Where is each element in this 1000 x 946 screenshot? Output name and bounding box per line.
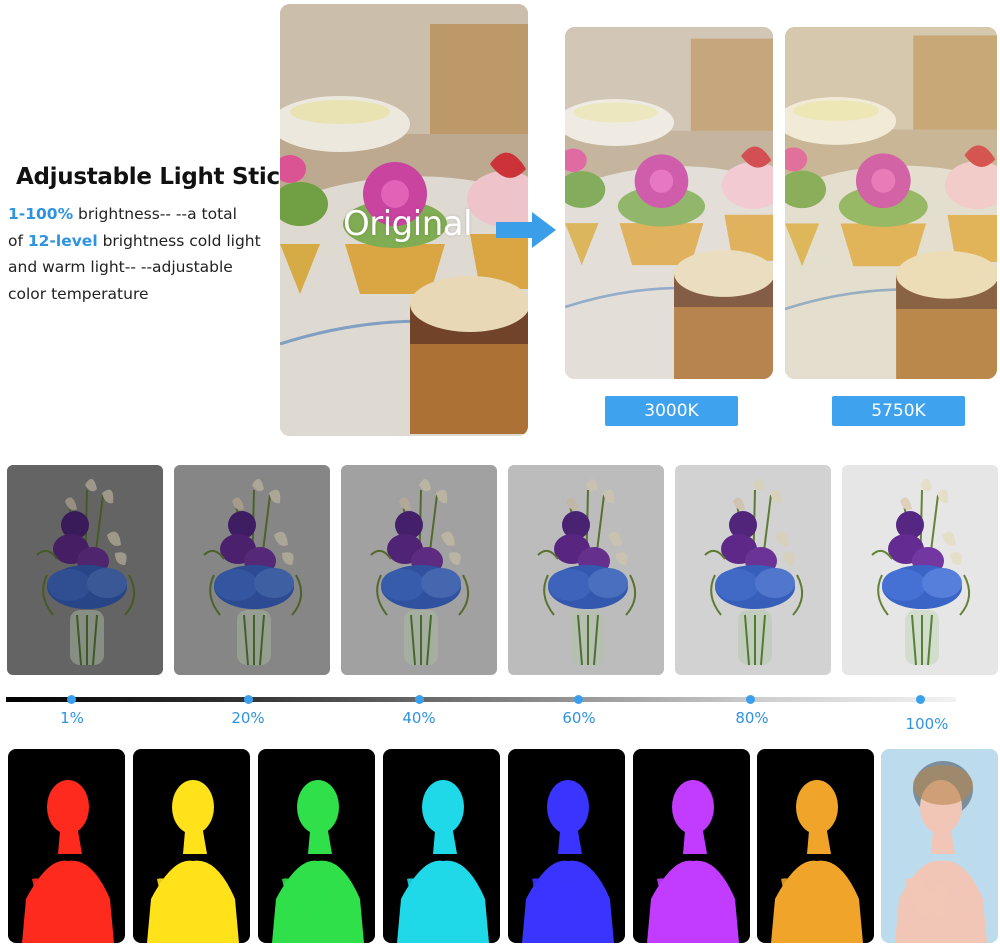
- original-label: Original: [343, 204, 473, 244]
- desc-line2: brightness cold light: [97, 231, 261, 250]
- color-portrait: [383, 749, 500, 943]
- brightness-tick-label: 60%: [562, 709, 596, 727]
- brightness-tick-dot: [916, 695, 925, 704]
- brightness-card: [174, 465, 330, 675]
- brightness-tick-dot: [244, 695, 253, 704]
- desc-line3: and warm light-- --adjustable: [8, 258, 233, 276]
- color-temp-badge-5750k: 5750K: [832, 396, 965, 426]
- warm-light-cupcake-photo: [565, 27, 773, 379]
- brightness-scale-bar: [6, 697, 956, 702]
- desc-line1: brightness-- --a total: [73, 205, 237, 223]
- brightness-tick-dot: [415, 695, 424, 704]
- brightness-tick-dot: [574, 695, 583, 704]
- feature-description: 1-100% brightness-- --a total of 12-leve…: [8, 201, 283, 307]
- feature-title: Adjustable Light Stick: [16, 164, 295, 190]
- color-portrait: [133, 749, 250, 943]
- brightness-card: [7, 465, 163, 675]
- brightness-card: [842, 465, 998, 675]
- color-portrait: [508, 749, 625, 943]
- color-portrait: [757, 749, 874, 943]
- brightness-tick-label: 20%: [231, 709, 265, 727]
- color-portrait: [8, 749, 125, 943]
- brightness-tick-label: 1%: [60, 709, 84, 727]
- brightness-card: [508, 465, 664, 675]
- level-count-highlight: 12-level: [27, 231, 98, 250]
- color-portrait: [881, 749, 998, 943]
- brightness-tick-label: 80%: [735, 709, 769, 727]
- color-temp-badge-3000k: 3000K: [605, 396, 738, 426]
- color-portrait: [633, 749, 750, 943]
- arrow-right-icon: [496, 212, 556, 248]
- brightness-tick-label: 40%: [402, 709, 436, 727]
- desc-line2-prefix: of: [8, 231, 28, 250]
- brightness-range-highlight: 1-100%: [8, 205, 74, 223]
- brightness-card: [341, 465, 497, 675]
- brightness-tick-dot: [67, 695, 76, 704]
- brightness-tick-label: 100%: [905, 715, 949, 733]
- brightness-tick-dot: [746, 695, 755, 704]
- color-portrait: [258, 749, 375, 943]
- desc-line4: color temperature: [8, 284, 149, 303]
- cold-light-cupcake-photo: [785, 27, 997, 379]
- brightness-card: [675, 465, 831, 675]
